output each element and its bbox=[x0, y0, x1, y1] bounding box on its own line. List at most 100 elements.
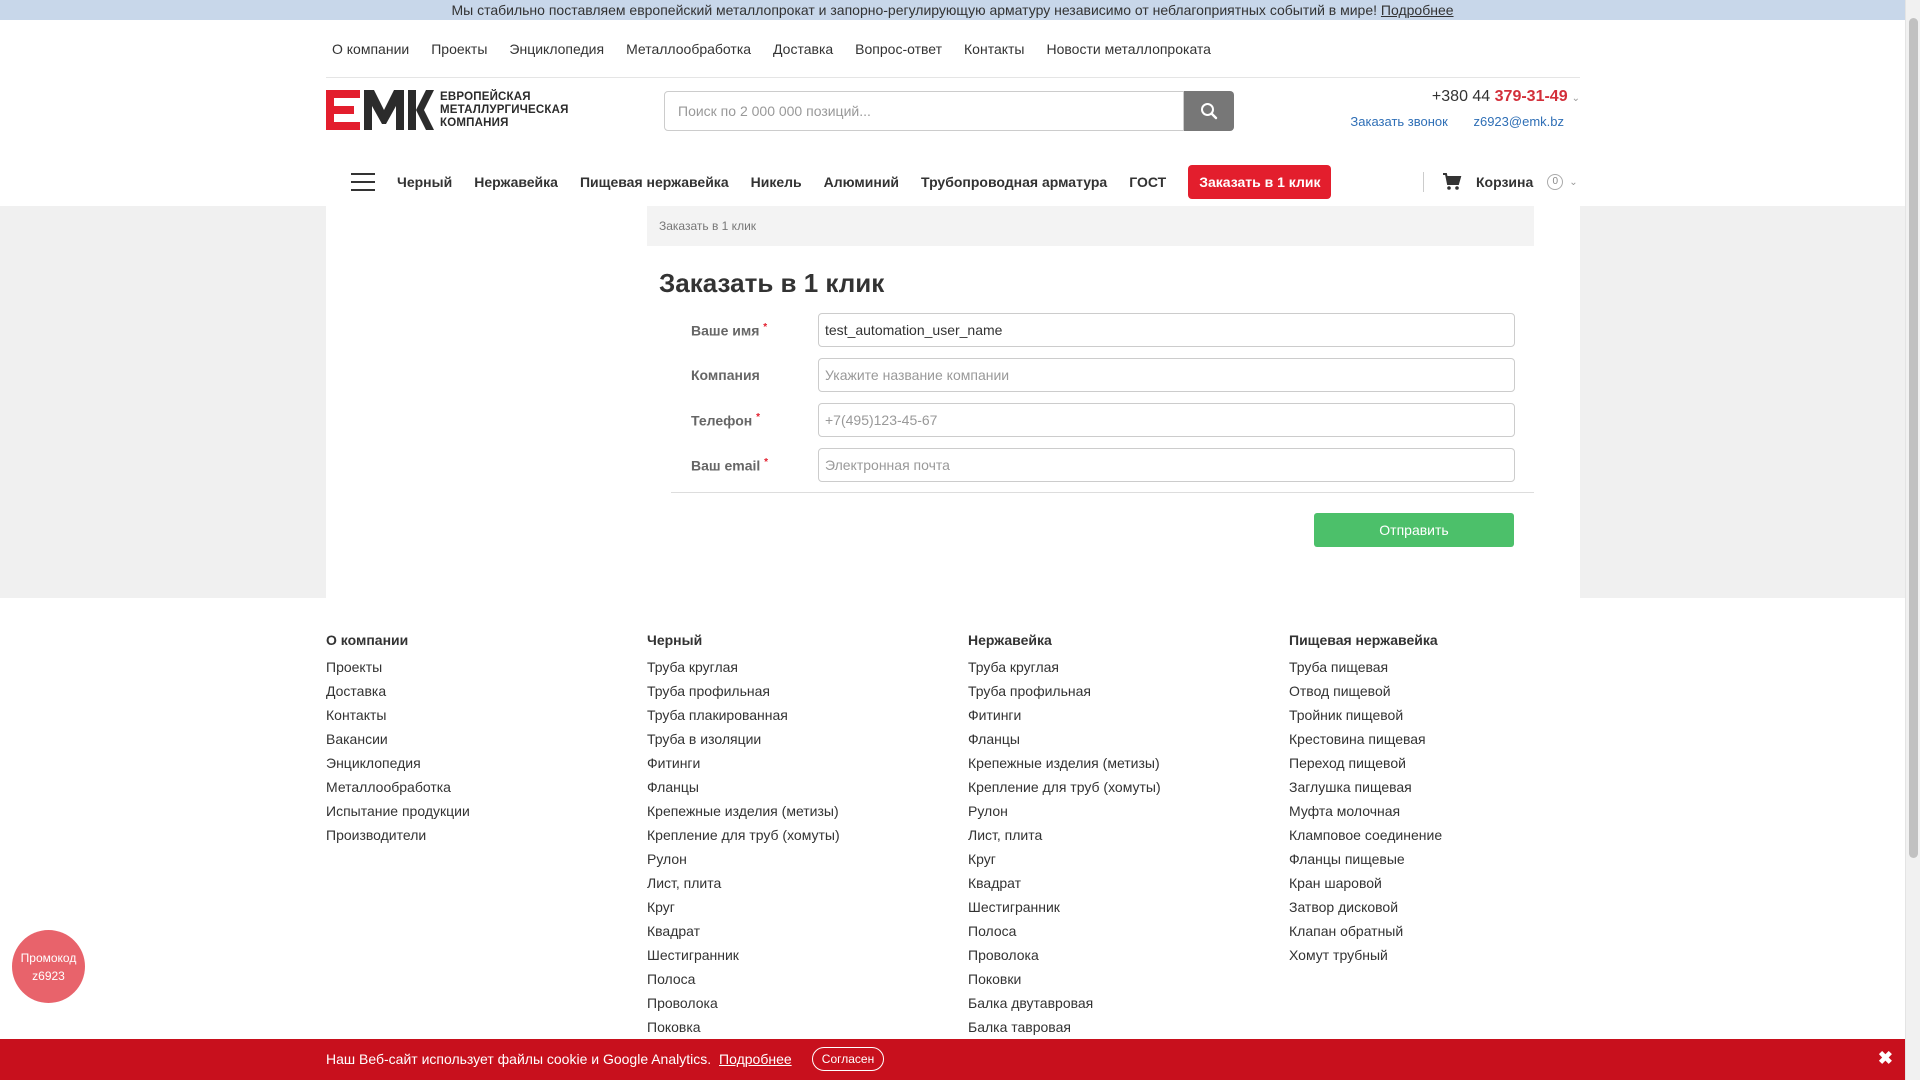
footer-link[interactable]: Круг bbox=[647, 899, 967, 923]
footer-col-company: О компании Проекты Доставка Контакты Ваканс… bbox=[326, 632, 646, 851]
footer-link[interactable]: Крепление для труб (хомуты) bbox=[968, 779, 1288, 803]
email-row: Ваш email * bbox=[691, 448, 1541, 482]
footer-link[interactable]: Рулон bbox=[968, 803, 1288, 827]
footer-link[interactable]: Проекты bbox=[326, 659, 646, 683]
chevron-down-icon: ⌄ bbox=[1569, 176, 1578, 188]
footer-link[interactable]: Кран шаровой bbox=[1289, 875, 1609, 899]
footer-col-title[interactable]: Пищевая нержавейка bbox=[1289, 632, 1609, 648]
topnav-projects[interactable]: Проекты bbox=[431, 41, 487, 57]
order-one-click-button[interactable]: Заказать в 1 клик bbox=[1188, 165, 1332, 199]
promo-badge[interactable]: Промокод z6923 bbox=[12, 930, 85, 1003]
topnav-encyclopedia[interactable]: Энциклопедия bbox=[509, 41, 604, 57]
footer-link[interactable]: Хомут трубный bbox=[1289, 947, 1609, 971]
cookie-accept-button[interactable]: Согласен bbox=[812, 1047, 884, 1071]
footer-link[interactable]: Балка двутавровая bbox=[968, 995, 1288, 1019]
footer-link[interactable]: Труба круглая bbox=[968, 659, 1288, 683]
footer-link[interactable]: Проволока bbox=[647, 995, 967, 1019]
footer-link[interactable]: Фланцы bbox=[647, 779, 967, 803]
announcement-link[interactable]: Подробнее bbox=[1381, 2, 1454, 18]
cookie-more-link[interactable]: Подробнее bbox=[719, 1051, 792, 1067]
search-input[interactable] bbox=[664, 91, 1184, 131]
footer-link[interactable]: Фитинги bbox=[968, 707, 1288, 731]
footer-link[interactable]: Фитинги bbox=[647, 755, 967, 779]
submit-button[interactable]: Отправить bbox=[1314, 513, 1514, 547]
menu-icon[interactable] bbox=[351, 173, 375, 191]
footer-link[interactable]: Испытание продукции bbox=[326, 803, 646, 827]
footer-link[interactable]: Крепежные изделия (метизы) bbox=[647, 803, 967, 827]
footer-link[interactable]: Труба пищевая bbox=[1289, 659, 1609, 683]
footer-col-title[interactable]: О компании bbox=[326, 632, 646, 648]
footer-link[interactable]: Фланцы пищевые bbox=[1289, 851, 1609, 875]
cat-stainless[interactable]: Нержавейка bbox=[474, 174, 558, 190]
cat-gost[interactable]: ГОСТ bbox=[1129, 174, 1166, 190]
footer-link[interactable]: Отвод пищевой bbox=[1289, 683, 1609, 707]
scrollbar[interactable] bbox=[1905, 0, 1920, 1080]
company-label: Компания bbox=[691, 367, 760, 383]
cat-pipeline-valves[interactable]: Трубопроводная арматура bbox=[921, 174, 1107, 190]
cat-nickel[interactable]: Никель bbox=[751, 174, 802, 190]
footer-link[interactable]: Проволока bbox=[968, 947, 1288, 971]
cart[interactable]: Корзина 0 ⌄ bbox=[1442, 172, 1578, 192]
footer-link[interactable]: Кламповое соединение bbox=[1289, 827, 1609, 851]
divider bbox=[671, 492, 1534, 493]
footer-link[interactable]: Лист, плита bbox=[647, 875, 967, 899]
footer-link[interactable]: Рулон bbox=[647, 851, 967, 875]
footer-link[interactable]: Заглушка пищевая bbox=[1289, 779, 1609, 803]
phone-label: Телефон * bbox=[691, 412, 761, 429]
topnav-metalworking[interactable]: Металлообработка bbox=[626, 41, 751, 57]
footer-link[interactable]: Затвор дисковой bbox=[1289, 899, 1609, 923]
footer-link[interactable]: Производители bbox=[326, 827, 646, 851]
cat-aluminum[interactable]: Алюминий bbox=[824, 174, 899, 190]
footer-link[interactable]: Труба плакированная bbox=[647, 707, 967, 731]
company-row: Компания bbox=[691, 358, 1541, 392]
footer-link[interactable]: Энциклопедия bbox=[326, 755, 646, 779]
footer-link[interactable]: Крепежные изделия (метизы) bbox=[968, 755, 1288, 779]
footer-link[interactable]: Поковки bbox=[968, 971, 1288, 995]
footer-col-title[interactable]: Нержавейка bbox=[968, 632, 1288, 648]
footer-link[interactable]: Вакансии bbox=[326, 731, 646, 755]
email-link[interactable]: z6923@emk.bz bbox=[1473, 114, 1564, 129]
callback-link[interactable]: Заказать звонок bbox=[1350, 114, 1447, 129]
footer-link[interactable]: Квадрат bbox=[647, 923, 967, 947]
footer-link[interactable]: Труба профильная bbox=[647, 683, 967, 707]
topnav-faq[interactable]: Вопрос-ответ bbox=[855, 41, 942, 57]
footer-link[interactable]: Переход пищевой bbox=[1289, 755, 1609, 779]
footer-link[interactable]: Шестигранник bbox=[968, 899, 1288, 923]
footer-link[interactable]: Полоса bbox=[968, 923, 1288, 947]
footer-link[interactable]: Лист, плита bbox=[968, 827, 1288, 851]
topnav-about[interactable]: О компании bbox=[332, 41, 409, 57]
footer-col-title[interactable]: Черный bbox=[647, 632, 967, 648]
search-button[interactable] bbox=[1184, 91, 1234, 131]
footer-link[interactable]: Квадрат bbox=[968, 875, 1288, 899]
close-icon[interactable]: ✖ bbox=[1878, 1048, 1893, 1069]
cart-label: Корзина bbox=[1476, 174, 1534, 190]
logo[interactable]: ЕВРОПЕЙСКАЯ МЕТАЛЛУРГИЧЕСКАЯ КОМПАНИЯ bbox=[326, 90, 571, 130]
footer-link[interactable]: Крестовина пищевая bbox=[1289, 731, 1609, 755]
name-input[interactable] bbox=[818, 313, 1515, 347]
footer-link[interactable]: Клапан обратный bbox=[1289, 923, 1609, 947]
footer-link[interactable]: Шестигранник bbox=[647, 947, 967, 971]
topnav-delivery[interactable]: Доставка bbox=[773, 41, 833, 57]
email-input[interactable] bbox=[818, 448, 1515, 482]
footer-link[interactable]: Труба профильная bbox=[968, 683, 1288, 707]
footer-link[interactable]: Фланцы bbox=[968, 731, 1288, 755]
footer-link[interactable]: Крепление для труб (хомуты) bbox=[647, 827, 967, 851]
topnav-news[interactable]: Новости металлопроката bbox=[1047, 41, 1211, 57]
company-input[interactable] bbox=[818, 358, 1515, 392]
topnav-contacts[interactable]: Контакты bbox=[964, 41, 1024, 57]
cat-food-stainless[interactable]: Пищевая нержавейка bbox=[580, 174, 729, 190]
scrollbar-thumb[interactable] bbox=[1909, 18, 1918, 858]
breadcrumb[interactable]: Заказать в 1 клик bbox=[647, 206, 1534, 246]
footer-link[interactable]: Круг bbox=[968, 851, 1288, 875]
footer-link[interactable]: Металлообработка bbox=[326, 779, 646, 803]
footer-link[interactable]: Контакты bbox=[326, 707, 646, 731]
footer-link[interactable]: Полоса bbox=[647, 971, 967, 995]
footer-link[interactable]: Муфта молочная bbox=[1289, 803, 1609, 827]
cat-black[interactable]: Черный bbox=[397, 174, 452, 190]
footer-link[interactable]: Труба круглая bbox=[647, 659, 967, 683]
phone-input[interactable] bbox=[818, 403, 1515, 437]
phone-number[interactable]: +380 44 379-31-49 ⌄ bbox=[1432, 88, 1580, 106]
footer-link[interactable]: Тройник пищевой bbox=[1289, 707, 1609, 731]
footer-link[interactable]: Труба в изоляции bbox=[647, 731, 967, 755]
footer-link[interactable]: Доставка bbox=[326, 683, 646, 707]
